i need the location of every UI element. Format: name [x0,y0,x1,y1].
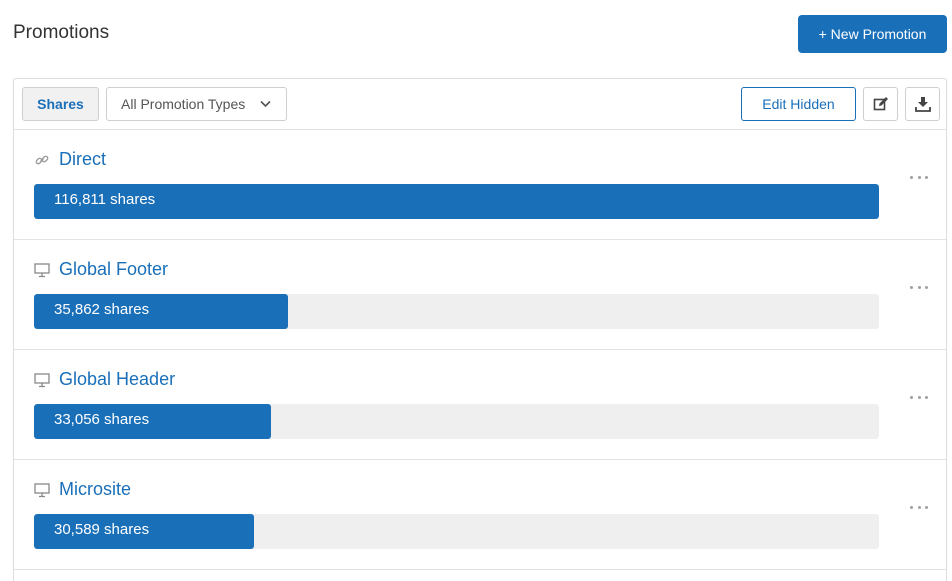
shares-bar [34,184,879,219]
promotion-name-link[interactable]: Global Header [59,369,175,390]
monitor-icon [34,262,50,278]
more-options-icon[interactable] [910,502,928,512]
promotion-type-select-value: All Promotion Types [121,96,246,112]
promotions-panel: Shares All Promotion Types Edit Hidden D… [13,78,947,581]
more-options-icon[interactable] [910,392,928,402]
promotion-row: Microsite 30,589 shares [14,460,946,570]
shares-count: 33,056 shares [54,411,150,428]
monitor-icon [34,482,50,498]
shares-bar-track: 30,589 shares [34,514,879,549]
toolbar: Shares All Promotion Types Edit Hidden [14,79,946,130]
promotion-row: Global Footer 35,862 shares [14,240,946,350]
shares-bar-track: 35,862 shares [34,294,879,329]
shares-count: 116,811 shares [54,191,156,208]
edit-hidden-button[interactable]: Edit Hidden [741,87,856,121]
download-icon [914,97,931,112]
link-icon [34,152,50,168]
shares-count: 30,589 shares [54,521,150,538]
shares-bar-track: 116,811 shares [34,184,879,219]
promotion-name-link[interactable]: Direct [59,149,106,170]
shares-bar-track: 33,056 shares [34,404,879,439]
chevron-down-icon [260,100,271,108]
edit-icon [873,97,888,111]
new-promotion-button[interactable]: + New Promotion [798,15,947,53]
monitor-icon [34,372,50,388]
promotion-row: Global Header 33,056 shares [14,350,946,460]
edit-button[interactable] [863,87,898,121]
promotion-name-link[interactable]: Microsite [59,479,131,500]
promotion-row: Direct 116,811 shares [14,130,946,240]
shares-count: 35,862 shares [54,301,150,318]
more-options-icon[interactable] [910,172,928,182]
page-title: Promotions [13,22,110,43]
download-button[interactable] [905,87,940,121]
promotion-type-select[interactable]: All Promotion Types [106,87,287,121]
shares-tab[interactable]: Shares [22,87,99,121]
promotion-name-link[interactable]: Global Footer [59,259,168,280]
more-options-icon[interactable] [910,282,928,292]
